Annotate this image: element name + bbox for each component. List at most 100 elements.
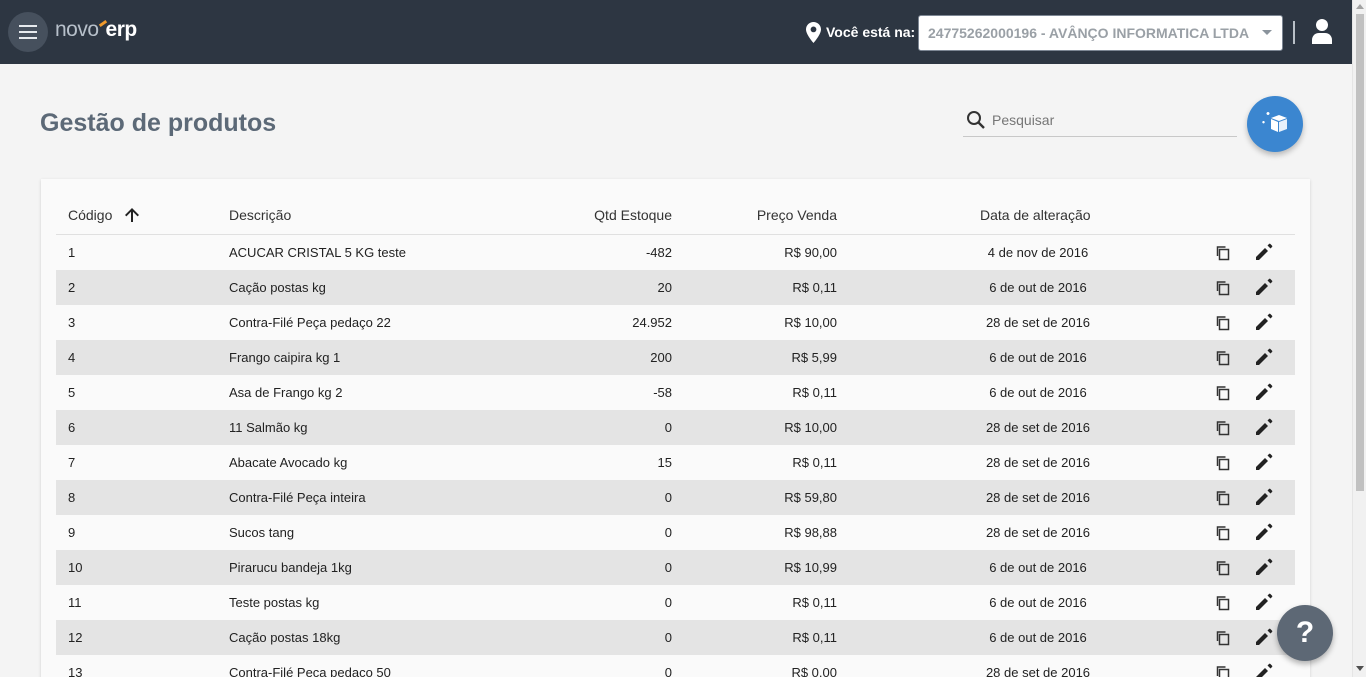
- pencil-icon[interactable]: [1254, 662, 1274, 677]
- cell-stock-qty: 0: [664, 560, 672, 575]
- cell-modified-date: 28 de set de 2016: [985, 455, 1091, 470]
- search-box[interactable]: [963, 104, 1237, 137]
- cell-description: Sucos tang: [229, 525, 295, 540]
- copy-icon[interactable]: [1215, 315, 1231, 336]
- pencil-icon[interactable]: [1254, 627, 1274, 652]
- menu-button[interactable]: [8, 12, 48, 52]
- cell-stock-qty: -58: [653, 385, 672, 400]
- help-button[interactable]: ?: [1277, 605, 1333, 661]
- search-input[interactable]: [992, 112, 1232, 128]
- page-scrollbar[interactable]: [1352, 0, 1366, 677]
- pencil-icon[interactable]: [1254, 242, 1274, 267]
- col-qty-header[interactable]: Qtd Estoque: [594, 207, 672, 223]
- cell-description: Contra-Filé Peça inteira: [229, 490, 366, 505]
- col-code-header[interactable]: Código: [68, 207, 112, 223]
- cell-stock-qty: 24.952: [632, 315, 672, 330]
- copy-icon[interactable]: [1215, 630, 1231, 651]
- pencil-icon[interactable]: [1254, 312, 1274, 337]
- copy-icon[interactable]: [1215, 385, 1231, 406]
- table-row[interactable]: 9 Sucos tang 0 R$ 98,88 28 de set de 2016: [56, 515, 1295, 550]
- table-row[interactable]: 7 Abacate Avocado kg 15 R$ 0,11 28 de set de…: [56, 445, 1295, 480]
- cell-code: 4: [68, 350, 76, 365]
- cell-code: 7: [68, 455, 76, 470]
- cell-code: 11: [68, 595, 82, 610]
- products-table: Código Descrição Qtd Estoque Preço Venda…: [56, 196, 1295, 677]
- cell-code: 5: [68, 385, 76, 400]
- scroll-thumb[interactable]: [1356, 14, 1364, 491]
- pencil-icon[interactable]: [1254, 592, 1274, 617]
- cell-stock-qty: 20: [657, 280, 672, 295]
- copy-icon[interactable]: [1215, 560, 1231, 581]
- add-product-button[interactable]: [1247, 96, 1303, 152]
- scroll-up-icon[interactable]: [1356, 4, 1364, 9]
- cell-modified-date: 6 de out de 2016: [989, 280, 1087, 295]
- copy-icon[interactable]: [1215, 490, 1231, 511]
- cell-sale-price: R$ 10,00: [784, 315, 837, 330]
- table-row[interactable]: 2 Cação postas kg 20 R$ 0,11 6 de out de 201…: [56, 270, 1295, 305]
- col-price-header[interactable]: Preço Venda: [757, 207, 837, 223]
- pencil-icon[interactable]: [1254, 417, 1274, 442]
- company-select[interactable]: 24775262000196 - AVÂNÇO INFORMATICA LTDA: [918, 15, 1283, 51]
- cell-code: 8: [68, 490, 76, 505]
- cell-description: Pirarucu bandeja 1kg: [229, 560, 352, 575]
- pencil-icon[interactable]: [1254, 347, 1274, 372]
- pencil-icon[interactable]: [1254, 382, 1274, 407]
- table-row[interactable]: 8 Contra-Filé Peça inteira 0 R$ 59,80 28 de …: [56, 480, 1295, 515]
- products-card: Código Descrição Qtd Estoque Preço Venda…: [41, 179, 1310, 677]
- cell-description: Asa de Frango kg 2: [229, 385, 343, 400]
- cell-description: Frango caipira kg 1: [229, 350, 341, 365]
- header-divider: [1293, 21, 1295, 44]
- copy-icon[interactable]: [1215, 595, 1231, 616]
- table-row[interactable]: 12 Cação postas 18kg 0 R$ 0,11 6 de out de 2…: [56, 620, 1295, 655]
- scroll-down-icon[interactable]: [1356, 666, 1364, 671]
- copy-icon[interactable]: [1215, 455, 1231, 476]
- cell-sale-price: R$ 98,88: [784, 525, 837, 540]
- app-logo[interactable]: novo erp: [55, 18, 137, 42]
- cell-stock-qty: -482: [645, 245, 672, 260]
- cell-stock-qty: 0: [664, 420, 672, 435]
- user-icon[interactable]: [1310, 18, 1334, 45]
- pencil-icon[interactable]: [1254, 557, 1274, 582]
- cell-sale-price: R$ 5,99: [791, 350, 837, 365]
- table-row[interactable]: 1 ACUCAR CRISTAL 5 KG teste -482 R$ 90,00 4 …: [56, 235, 1295, 270]
- cell-modified-date: 6 de out de 2016: [989, 350, 1087, 365]
- cell-sale-price: R$ 0,11: [792, 595, 837, 610]
- pencil-icon[interactable]: [1254, 487, 1274, 512]
- cell-modified-date: 6 de out de 2016: [989, 385, 1087, 400]
- copy-icon[interactable]: [1215, 350, 1231, 371]
- cell-modified-date: 28 de set de 2016: [985, 665, 1091, 677]
- pencil-icon[interactable]: [1254, 452, 1274, 477]
- table-row[interactable]: 5 Asa de Frango kg 2 -58 R$ 0,11 6 de out de…: [56, 375, 1295, 410]
- menu-icon: [19, 25, 37, 39]
- cell-modified-date: 28 de set de 2016: [985, 525, 1091, 540]
- table-row[interactable]: 13 Contra-Filé Peça pedaço 50 0 R$ 0,00 28 d…: [56, 655, 1295, 677]
- pencil-icon[interactable]: [1254, 522, 1274, 547]
- cell-sale-price: R$ 0,11: [792, 630, 837, 645]
- table-header: Código Descrição Qtd Estoque Preço Venda…: [56, 196, 1295, 235]
- cell-description: Abacate Avocado kg: [229, 455, 348, 470]
- copy-icon[interactable]: [1215, 420, 1231, 441]
- copy-icon[interactable]: [1215, 525, 1231, 546]
- cell-modified-date: 6 de out de 2016: [989, 595, 1087, 610]
- table-body: 1 ACUCAR CRISTAL 5 KG teste -482 R$ 90,00 4 …: [56, 235, 1295, 677]
- cell-description: Teste postas kg: [229, 595, 320, 610]
- cell-stock-qty: 0: [664, 595, 672, 610]
- top-bar: novo erp Você está na: 24775262000196 - A…: [0, 0, 1352, 64]
- pencil-icon[interactable]: [1254, 277, 1274, 302]
- copy-icon[interactable]: [1215, 280, 1231, 301]
- copy-icon[interactable]: [1215, 665, 1231, 677]
- cell-code: 13: [68, 665, 83, 677]
- search-icon: [967, 111, 985, 129]
- cell-sale-price: R$ 10,00: [784, 420, 837, 435]
- cell-description: Contra-Filé Peça pedaço 22: [229, 315, 391, 330]
- col-desc-header[interactable]: Descrição: [229, 207, 291, 223]
- arrow-up-icon[interactable]: [123, 206, 141, 224]
- table-row[interactable]: 10 Pirarucu bandeja 1kg 0 R$ 10,99 6 de out …: [56, 550, 1295, 585]
- cell-code: 6: [68, 420, 76, 435]
- table-row[interactable]: 6 11 Salmão kg 0 R$ 10,00 28 de set de 2016: [56, 410, 1295, 445]
- table-row[interactable]: 11 Teste postas kg 0 R$ 0,11 6 de out de 201…: [56, 585, 1295, 620]
- copy-icon[interactable]: [1215, 245, 1231, 266]
- table-row[interactable]: 4 Frango caipira kg 1 200 R$ 5,99 6 de out d…: [56, 340, 1295, 375]
- col-date-header[interactable]: Data de alteração: [980, 207, 1091, 223]
- table-row[interactable]: 3 Contra-Filé Peça pedaço 22 24.952 R$ 10,0…: [56, 305, 1295, 340]
